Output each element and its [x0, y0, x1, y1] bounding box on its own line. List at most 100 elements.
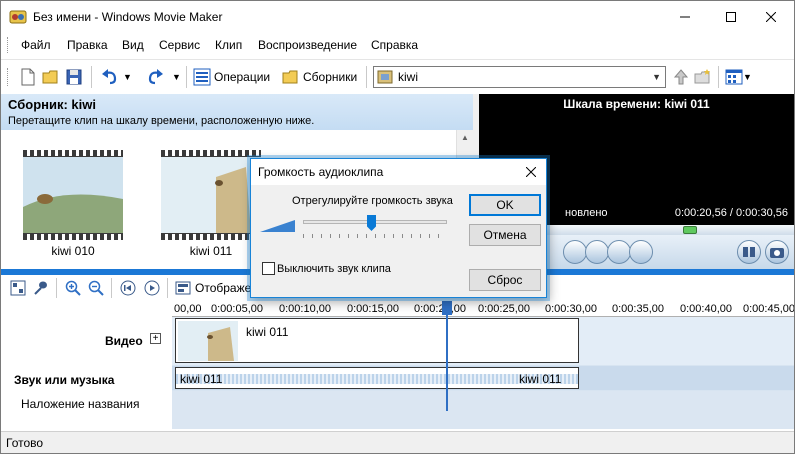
video-clip[interactable]: kiwi 011: [175, 318, 579, 363]
audio-track-label: Звук или музыка: [14, 373, 115, 387]
menu-playback[interactable]: Воспроизведение: [258, 38, 357, 52]
collections-icon[interactable]: [282, 68, 300, 86]
mute-checkbox-label[interactable]: Выключить звук клипа: [277, 263, 391, 275]
film-holes: [161, 150, 261, 156]
minimize-icon: [680, 16, 690, 18]
title-overlay-track[interactable]: [172, 391, 794, 429]
audio-waveform: [176, 374, 578, 384]
open-project-icon[interactable]: [42, 68, 60, 86]
save-icon[interactable]: [65, 68, 83, 86]
minimize-button[interactable]: [662, 1, 708, 33]
toolbar-grip: [7, 68, 10, 86]
dialog-title-bar: Громкость аудиоклипа: [251, 159, 546, 185]
collection-header: Сборник: kiwi Перетащите клип на шкалу в…: [1, 94, 473, 130]
undo-dropdown-icon[interactable]: ▼: [123, 72, 132, 82]
ruler-tick: 0:00:10,00: [279, 303, 331, 315]
snapshot-button[interactable]: [765, 240, 789, 264]
rewind-icon[interactable]: [120, 280, 136, 296]
menu-bar: Файл Правка Вид Сервис Клип Воспроизведе…: [1, 34, 794, 56]
menu-grip: [7, 37, 10, 53]
volume-prompt: Отрегулируйте громкость звука: [292, 195, 453, 207]
audio-track[interactable]: kiwi 011 kiwi 011: [172, 366, 794, 390]
reset-button[interactable]: Сброс: [469, 269, 541, 291]
menu-view[interactable]: Вид: [122, 38, 144, 52]
split-clip-button[interactable]: [737, 240, 761, 264]
audio-clip-name: kiwi 011: [180, 372, 223, 386]
ruler-tick: 0:00:25,00: [478, 303, 530, 315]
video-track[interactable]: kiwi 011: [172, 317, 794, 365]
menu-file[interactable]: Файл: [21, 38, 51, 52]
video-clip-thumbnail: [178, 321, 238, 361]
title-bar: Без имени - Windows Movie Maker: [1, 1, 794, 33]
preview-time: 0:00:20,56 / 0:00:30,56: [674, 207, 788, 219]
ok-button[interactable]: OK: [469, 194, 541, 216]
new-folder-icon[interactable]: [694, 68, 712, 86]
volume-ramp-icon: [260, 220, 295, 232]
clip-thumbnail: [161, 150, 261, 240]
scroll-up-icon[interactable]: ▲: [461, 133, 469, 142]
next-frame-button[interactable]: [585, 240, 609, 264]
menu-help[interactable]: Справка: [371, 38, 418, 52]
redo-icon[interactable]: [146, 68, 164, 86]
ruler-tick: 0:00:30,00: [545, 303, 597, 315]
new-project-icon[interactable]: [19, 68, 37, 86]
movie-maker-icon: [9, 10, 27, 24]
toolbar-separator: [56, 278, 57, 298]
storyboard-icon[interactable]: [10, 280, 26, 296]
clip-item[interactable]: kiwi 010: [23, 150, 123, 260]
app-window: Без имени - Windows Movie Maker Файл Пра…: [0, 0, 795, 454]
expand-track-icon[interactable]: +: [150, 333, 161, 344]
preview-status: новлено: [565, 207, 608, 219]
split-clip-icon: [743, 247, 755, 257]
menu-tools[interactable]: Сервис: [159, 38, 200, 52]
main-toolbar: ▼ ▼ Операции Сборники kiwi ▼ ▼: [1, 59, 794, 93]
collections-button[interactable]: Сборники: [303, 70, 357, 84]
chevron-down-icon[interactable]: ▼: [652, 72, 661, 82]
video-clip-name: kiwi 011: [246, 325, 289, 339]
window-title: Без имени - Windows Movie Maker: [33, 10, 223, 24]
camera-icon: [770, 248, 784, 258]
timeline-view-icon[interactable]: [175, 280, 191, 296]
clip-label: kiwi 010: [51, 244, 95, 258]
collection-combo[interactable]: kiwi ▼: [373, 66, 666, 88]
tasks-icon[interactable]: [193, 68, 211, 86]
playhead-line[interactable]: [446, 301, 448, 411]
operations-button[interactable]: Операции: [214, 70, 270, 84]
clip-item[interactable]: kiwi 011: [161, 150, 261, 260]
close-icon: [526, 167, 536, 177]
fullscreen-button[interactable]: [629, 240, 653, 264]
dialog-close-button[interactable]: [520, 161, 542, 183]
toolbar-separator: [718, 66, 719, 88]
views-icon[interactable]: [725, 68, 743, 86]
menu-clip[interactable]: Клип: [215, 38, 242, 52]
dialog-title: Громкость аудиоклипа: [258, 165, 384, 179]
toolbar-separator: [91, 66, 92, 88]
undo-icon[interactable]: [101, 68, 119, 86]
play-icon[interactable]: [144, 280, 160, 296]
menu-edit[interactable]: Правка: [67, 38, 108, 52]
status-text: Готово: [6, 436, 44, 450]
cancel-button[interactable]: Отмена: [469, 224, 541, 246]
zoom-out-icon[interactable]: [88, 280, 104, 296]
zoom-in-icon[interactable]: [65, 280, 81, 296]
film-holes: [23, 234, 123, 240]
timeline-ruler[interactable]: 00,00 0:00:05,00 0:00:10,00 0:00:15,00 0…: [172, 301, 794, 317]
microphone-icon[interactable]: [33, 280, 49, 296]
prev-frame-button[interactable]: [563, 240, 587, 264]
clip-thumbnail: [23, 150, 123, 240]
ruler-tick: 0:00:15,00: [347, 303, 399, 315]
up-folder-icon[interactable]: [672, 68, 690, 86]
audio-clip[interactable]: kiwi 011 kiwi 011: [175, 367, 579, 389]
mute-checkbox[interactable]: [262, 262, 275, 275]
clip-frame-image: [161, 157, 261, 233]
views-dropdown-icon[interactable]: ▼: [743, 72, 752, 82]
toolbar-separator: [186, 66, 187, 88]
ruler-tick: 00,00: [174, 303, 202, 315]
seek-handle[interactable]: [683, 226, 697, 234]
timeline-view-label[interactable]: Отображе: [195, 281, 251, 295]
clip-label: kiwi 011: [189, 244, 233, 258]
redo-dropdown-icon[interactable]: ▼: [172, 72, 181, 82]
close-window-button[interactable]: [748, 1, 794, 33]
split-button[interactable]: [607, 240, 631, 264]
volume-slider-thumb[interactable]: [367, 215, 376, 231]
